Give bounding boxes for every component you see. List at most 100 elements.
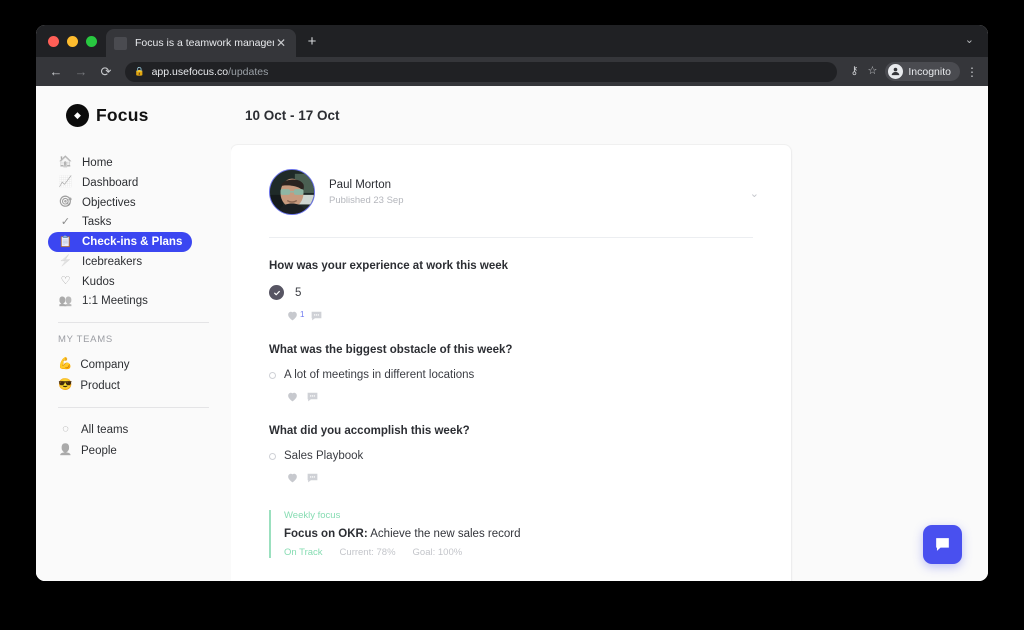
person-icon: 👤: [58, 444, 73, 457]
sidebar-item-tasks[interactable]: ✓ Tasks: [48, 212, 121, 232]
sidebar-item-label: 1:1 Meetings: [82, 295, 148, 308]
sidebar-team-label: Product: [80, 379, 120, 392]
sidebar-item-objectives[interactable]: 🎯 Objectives: [48, 193, 146, 213]
close-window-button[interactable]: [48, 36, 59, 47]
browser-tab[interactable]: Focus is a teamwork managem ✕: [106, 29, 296, 57]
sidebar-item-icebreakers[interactable]: ⚡ Icebreakers: [48, 252, 152, 272]
like-button[interactable]: 1: [286, 309, 304, 322]
address-bar[interactable]: 🔒 app.usefocus.co/updates: [125, 61, 838, 82]
heart-icon: [288, 473, 297, 483]
qa-entry: How was your experience at work this wee…: [269, 260, 753, 322]
page-viewport: ◆ Focus 🏠 Home 📈 Dashboard 🎯 Objectives …: [36, 86, 988, 581]
sidebar-item-label: Home: [82, 156, 113, 169]
card-divider: [269, 237, 753, 238]
brand-name: Focus: [96, 105, 149, 125]
bullet-icon: [269, 452, 276, 460]
browser-menu-icon[interactable]: ⋮: [966, 66, 978, 78]
sidebar-item-people[interactable]: 👤 People: [36, 440, 231, 461]
sunglasses-face-icon: 😎: [58, 379, 73, 392]
sidebar-team-product[interactable]: 😎 Product: [36, 375, 231, 396]
like-count: 1: [300, 310, 305, 320]
lock-icon: 🔒: [134, 66, 145, 76]
answer-text: Sales Playbook: [284, 450, 364, 462]
weekly-focus-label: Weekly focus: [284, 510, 341, 521]
like-button[interactable]: [286, 471, 300, 484]
back-button[interactable]: ←: [46, 65, 66, 78]
maximize-window-button[interactable]: [86, 36, 97, 47]
heart-icon: [288, 392, 297, 402]
browser-tab-strip: Focus is a teamwork managem ✕ + ⌄: [36, 25, 988, 57]
reaction-bar: [269, 471, 753, 484]
sidebar-item-label: People: [81, 444, 117, 457]
minimize-window-button[interactable]: [67, 36, 78, 47]
question-text: What was the biggest obstacle of this we…: [269, 344, 513, 356]
sidebar-item-label: Kudos: [82, 275, 115, 288]
answer-row: 5: [269, 285, 753, 300]
sidebar-team-company[interactable]: 💪 Company: [36, 354, 231, 375]
url-text: app.usefocus.co/updates: [152, 66, 269, 78]
bullet-icon: [269, 371, 276, 379]
chevron-down-icon[interactable]: ⌄: [750, 189, 759, 200]
answer-text: 5: [295, 286, 302, 299]
qa-entry: What was the biggest obstacle of this we…: [269, 344, 753, 403]
sidebar-item-kudos[interactable]: ♡ Kudos: [48, 272, 125, 292]
check-in-card: Paul Morton Published 23 Sep ⌄ How was y…: [231, 145, 791, 581]
url-host: app.usefocus.co: [151, 65, 229, 78]
comment-icon[interactable]: [306, 471, 319, 484]
brand-logo[interactable]: ◆ Focus: [36, 104, 231, 127]
comment-icon[interactable]: [306, 390, 319, 403]
sidebar-divider-bottom: [58, 407, 209, 409]
goal-value: Goal: 100%: [412, 547, 463, 558]
all-teams-icon: ◌: [62, 423, 69, 436]
incognito-avatar-icon: [888, 64, 904, 79]
comment-icon[interactable]: [310, 309, 323, 322]
check-badge-icon: [269, 285, 284, 300]
incognito-label: Incognito: [908, 65, 951, 78]
sidebar-item-1-1-meetings[interactable]: 👥 1:1 Meetings: [48, 291, 158, 311]
chat-widget-button[interactable]: [923, 525, 962, 564]
question-text: How was your experience at work this wee…: [269, 260, 509, 272]
answer-row: A lot of meetings in different locations: [269, 369, 753, 381]
people-icon: 👥: [58, 294, 73, 307]
check-circle-icon: ✓: [60, 215, 71, 228]
sidebar-section-label: MY TEAMS: [58, 334, 113, 346]
weekly-focus-meta: On Track Current: 78% Goal: 100%: [284, 547, 753, 558]
weekly-focus-block: Weekly focus Focus on OKR: Achieve the n…: [269, 510, 753, 558]
sidebar-item-label: Dashboard: [82, 176, 139, 189]
heart-outline-icon: ♡: [60, 275, 71, 288]
forward-button[interactable]: →: [71, 65, 91, 78]
sidebar-item-label: Objectives: [82, 196, 136, 209]
bookmark-star-icon[interactable]: ☆: [863, 66, 881, 77]
chevron-down-icon[interactable]: ⌄: [965, 35, 974, 46]
current-value: Current: 78%: [339, 547, 396, 558]
key-icon[interactable]: ⚷: [845, 66, 863, 77]
sidebar-item-all-teams[interactable]: ◌ All teams: [36, 419, 231, 440]
new-tab-button[interactable]: +: [304, 34, 320, 49]
tab-favicon: [114, 36, 127, 50]
sidebar-nav: 🏠 Home 📈 Dashboard 🎯 Objectives ✓ Tasks …: [36, 153, 231, 311]
sidebar-item-home[interactable]: 🏠 Home: [48, 153, 123, 173]
close-tab-icon[interactable]: ✕: [274, 37, 288, 49]
page-title: 10 Oct - 17 Oct: [245, 108, 340, 123]
author-name: Paul Morton: [329, 178, 392, 191]
incognito-indicator[interactable]: Incognito: [885, 62, 960, 81]
sidebar-item-check-ins-and-plans[interactable]: 📋 Check-ins & Plans: [48, 232, 193, 253]
sidebar-item-label: Icebreakers: [82, 255, 143, 268]
browser-window: Focus is a teamwork managem ✕ + ⌄ ← → ⟳ …: [36, 25, 988, 581]
main-content: 10 Oct - 17 Oct Paul Morton Published 23…: [231, 86, 988, 581]
author-block: Paul Morton Published 23 Sep: [329, 179, 403, 206]
qa-list: How was your experience at work this wee…: [231, 260, 791, 484]
sidebar-item-dashboard[interactable]: 📈 Dashboard: [48, 173, 148, 193]
target-icon: 🎯: [58, 196, 73, 208]
sidebar-divider-top: [58, 322, 209, 324]
tab-title: Focus is a teamwork managem: [135, 37, 274, 49]
like-button[interactable]: [286, 390, 300, 403]
heart-icon: [288, 311, 297, 321]
reaction-bar: [269, 390, 753, 403]
sidebar-item-label: Tasks: [82, 216, 112, 229]
reload-button[interactable]: ⟳: [96, 65, 116, 78]
qa-entry: What did you accomplish this week? Sales…: [269, 425, 753, 484]
status-badge: On Track: [284, 547, 323, 558]
window-traffic-lights: [48, 36, 97, 47]
home-icon: 🏠: [58, 156, 73, 169]
